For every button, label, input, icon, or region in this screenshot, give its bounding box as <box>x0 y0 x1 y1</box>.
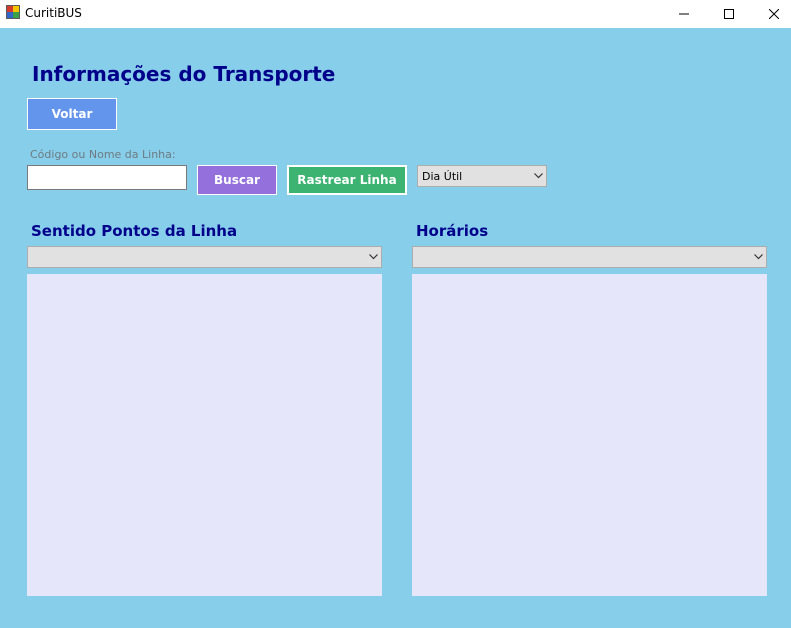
search-button[interactable]: Buscar <box>197 165 277 195</box>
close-button[interactable] <box>751 0 791 28</box>
close-icon <box>768 9 779 19</box>
line-search-input[interactable] <box>27 165 187 190</box>
app-window-icon <box>6 5 20 19</box>
maximize-icon <box>723 9 734 19</box>
track-line-button[interactable]: Rastrear Linha <box>287 165 407 195</box>
back-button[interactable]: Voltar <box>27 98 117 130</box>
page-title: Informações do Transporte <box>32 62 336 86</box>
window-title: CuritiBUS <box>25 6 82 20</box>
main-form: Informações do Transporte Voltar Código … <box>0 28 791 628</box>
line-search-label: Código ou Nome da Linha: <box>30 148 176 161</box>
chevron-down-icon <box>530 166 546 186</box>
minimize-icon <box>678 13 689 15</box>
day-type-selected: Dia Útil <box>422 169 463 183</box>
schedules-section-title: Horários <box>416 222 489 240</box>
minimize-button[interactable] <box>661 0 706 28</box>
maximize-button[interactable] <box>706 0 751 28</box>
schedule-select[interactable] <box>412 246 767 268</box>
title-bar: CuritiBUS <box>0 0 791 28</box>
stops-section-title: Sentido Pontos da Linha <box>31 222 238 240</box>
chevron-down-icon <box>750 247 766 267</box>
chevron-down-icon <box>365 247 381 267</box>
stops-listbox[interactable] <box>27 274 382 596</box>
schedules-listbox[interactable] <box>412 274 767 596</box>
direction-select[interactable] <box>27 246 382 268</box>
day-type-select[interactable]: Dia Útil <box>417 165 547 187</box>
